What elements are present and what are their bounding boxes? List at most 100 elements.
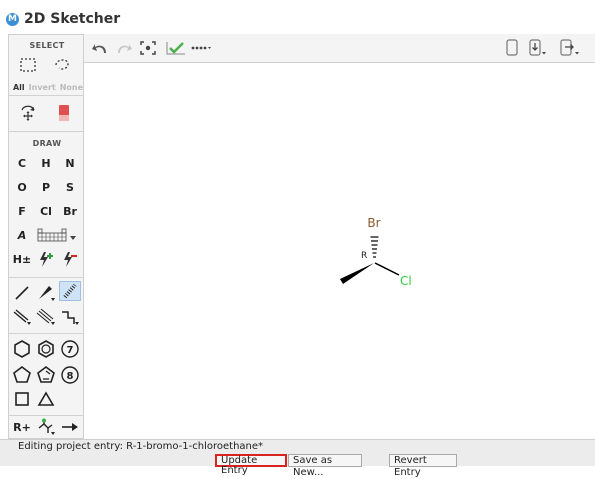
extra-tools-section: R+	[9, 415, 85, 439]
top-toolbar	[84, 34, 595, 63]
element-c-button[interactable]: C	[11, 153, 33, 173]
hydrogen-toggle-button[interactable]: H±	[11, 249, 33, 269]
element-f-button[interactable]: F	[11, 201, 33, 221]
app-icon: M	[6, 13, 19, 26]
r-group-label: R+	[13, 420, 31, 434]
pentagon-double-icon	[37, 366, 55, 383]
save-as-new-button[interactable]: Save as New...	[288, 454, 362, 478]
eraser-button[interactable]	[53, 103, 75, 123]
ring-8-button[interactable]: 8	[59, 365, 81, 385]
check-icon	[166, 42, 185, 55]
increase-charge-button[interactable]	[35, 249, 57, 269]
ring-7-button[interactable]: 7	[59, 339, 81, 359]
octagon-icon: 8	[61, 366, 79, 384]
edit-section	[9, 95, 85, 132]
button-bar: Update Entry Save as New... Revert Entry	[0, 453, 595, 478]
cyclohexane-button[interactable]	[11, 339, 33, 359]
hashed-bond	[370, 236, 379, 258]
clipboard-button[interactable]	[500, 37, 524, 59]
window-title: 2D Sketcher	[24, 11, 121, 27]
charge-plus-icon	[40, 252, 53, 267]
periodic-table-button[interactable]	[35, 225, 81, 245]
eraser-icon	[59, 105, 69, 121]
triangle-icon	[37, 391, 55, 406]
hash-bond-button[interactable]	[59, 281, 81, 301]
atom-label-button[interactable]: A	[11, 225, 33, 245]
fragment-button[interactable]	[35, 417, 57, 437]
select-invert-link[interactable]: Invert	[29, 83, 56, 92]
more-dots-icon	[191, 46, 211, 50]
title-bar: M 2D Sketcher	[0, 0, 595, 34]
cyclobutane-button[interactable]	[11, 389, 33, 409]
fragment-icon	[38, 418, 55, 435]
status-text: Editing project entry: R-1-bromo-1-chlor…	[18, 441, 264, 452]
chain-button[interactable]	[59, 307, 81, 327]
chlorine-atom-label[interactable]: Cl	[400, 274, 412, 288]
element-o-button[interactable]: O	[11, 177, 33, 197]
select-section-label: SELECT	[29, 41, 65, 50]
document-icon	[506, 39, 518, 56]
pentagon-icon	[13, 366, 31, 383]
single-bond	[374, 262, 400, 276]
redo-button[interactable]	[112, 37, 136, 59]
charge-minus-icon	[64, 252, 77, 267]
rectangle-select-icon	[20, 58, 36, 72]
triple-bond-button[interactable]	[35, 307, 57, 327]
update-entry-button[interactable]: Update Entry	[215, 454, 287, 476]
double-bond-button[interactable]	[11, 307, 33, 327]
check-structure-button[interactable]	[164, 37, 188, 59]
select-none-link[interactable]: None	[60, 83, 83, 92]
bromine-atom-label[interactable]: Br	[367, 216, 380, 230]
status-bar: Editing project entry: R-1-bromo-1-chlor…	[0, 439, 595, 453]
cyclopentadiene-button[interactable]	[35, 365, 57, 385]
rectangle-select-button[interactable]	[17, 55, 39, 75]
move-rotate-icon	[21, 105, 35, 121]
element-s-button[interactable]: S	[59, 177, 81, 197]
element-cl-button[interactable]: Cl	[35, 201, 57, 221]
export-button[interactable]	[558, 37, 582, 59]
cyclopropane-button[interactable]	[35, 389, 57, 409]
element-h-button[interactable]: H	[35, 153, 57, 173]
hexagon-icon	[14, 340, 30, 358]
import-button[interactable]	[526, 37, 550, 59]
move-rotate-button[interactable]	[17, 103, 39, 123]
ring-7-label: 7	[67, 345, 74, 356]
select-section: SELECT All Invert None	[9, 35, 85, 96]
export-icon	[560, 39, 579, 56]
more-options-button[interactable]	[188, 37, 214, 59]
wedge-bond-icon	[39, 286, 55, 301]
wedge-bond-button[interactable]	[35, 283, 57, 303]
draw-section-label: DRAW	[32, 139, 62, 148]
benzene-icon	[38, 340, 54, 358]
element-n-button[interactable]: N	[59, 153, 81, 173]
fit-view-icon	[140, 41, 156, 55]
decrease-charge-button[interactable]	[59, 249, 81, 269]
ring-section: 7 8	[9, 333, 85, 416]
wedge-bond	[340, 263, 374, 284]
reaction-arrow-button[interactable]	[59, 417, 81, 437]
revert-entry-button[interactable]: Revert Entry	[389, 454, 457, 478]
fit-view-button[interactable]	[136, 37, 160, 59]
lasso-select-button[interactable]	[51, 55, 73, 75]
redo-icon	[118, 44, 132, 53]
square-icon	[15, 392, 29, 406]
select-all-link[interactable]: All	[13, 83, 25, 92]
hash-bond-icon	[63, 283, 77, 299]
tool-palette: SELECT All Invert None DRAW C H N O P S …	[8, 34, 85, 439]
single-bond-icon	[15, 286, 29, 300]
drawing-canvas[interactable]: Br Cl R	[84, 63, 595, 439]
benzene-button[interactable]	[35, 339, 57, 359]
element-br-button[interactable]: Br	[59, 201, 81, 221]
bond-section	[9, 277, 85, 334]
r-group-button[interactable]: R+	[11, 417, 33, 437]
undo-button[interactable]	[88, 37, 112, 59]
import-icon	[529, 39, 546, 56]
periodic-table-icon	[37, 228, 76, 242]
arrow-right-icon	[62, 423, 78, 431]
ring-8-label: 8	[67, 371, 74, 382]
triple-bond-icon	[36, 308, 55, 325]
element-p-button[interactable]: P	[35, 177, 57, 197]
single-bond-button[interactable]	[11, 283, 33, 303]
cyclopentane-button[interactable]	[11, 365, 33, 385]
heptagon-icon: 7	[61, 340, 79, 358]
